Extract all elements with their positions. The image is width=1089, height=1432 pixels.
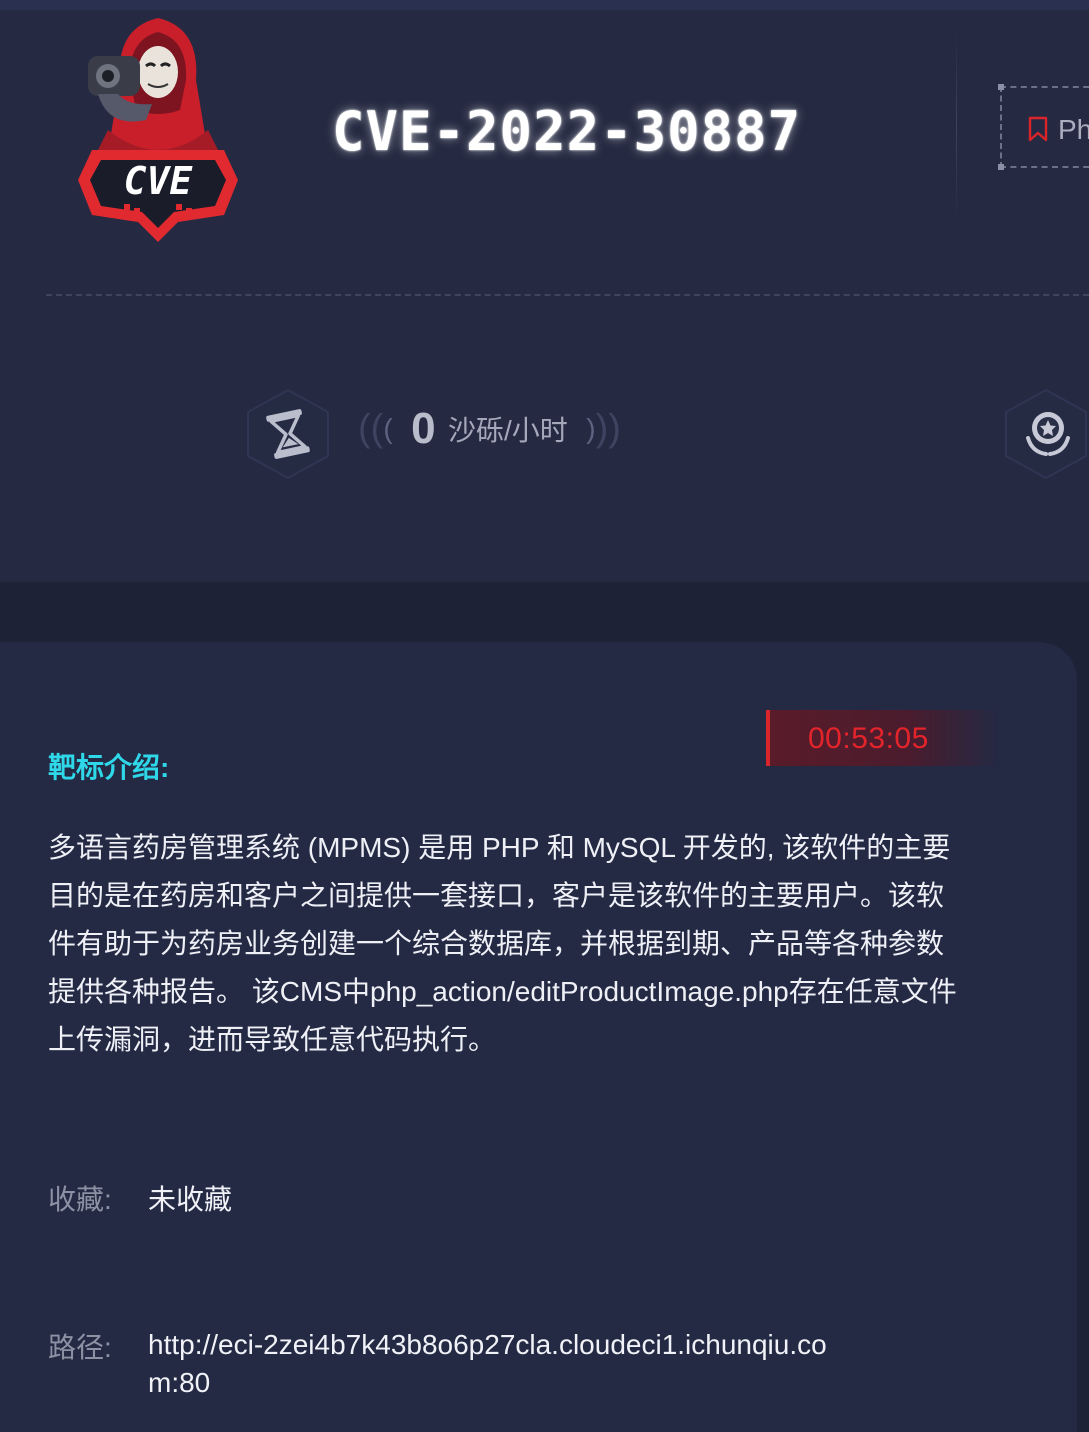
reward-rate-value: 0 <box>411 404 436 453</box>
bookmark-icon <box>1028 116 1048 142</box>
countdown-timer: 00:53:05 <box>766 710 1000 766</box>
bracket-right-inner-icon: ) <box>586 413 596 444</box>
bracket-left-outer-icon: (( <box>358 407 384 450</box>
bracket-left-inner-icon: ( <box>383 413 393 444</box>
category-tag-button[interactable]: Ph <box>998 84 1089 170</box>
medal-icon <box>998 386 1089 482</box>
favorite-status[interactable]: 未收藏 <box>148 1178 232 1218</box>
header-divider <box>956 30 957 222</box>
category-tag-label: Ph <box>1058 114 1089 145</box>
favorite-label: 收藏: <box>48 1184 112 1215</box>
header-dashed-divider <box>46 294 1089 296</box>
target-url-link[interactable]: http://eci-2zei4b7k43b8o6p27cla.cloudeci… <box>148 1326 848 1402</box>
page-title: CVE-2022-30887 <box>332 100 802 163</box>
reward-rate: ((( 0 沙砾/小时 ))) <box>358 404 621 460</box>
countdown-timer-value: 00:53:05 <box>808 722 929 755</box>
intro-description: 多语言药房管理系统 (MPMS) 是用 PHP 和 MySQL 开发的, 该软件… <box>48 832 957 1055</box>
path-label: 路径: <box>48 1332 112 1363</box>
bracket-right-outer-icon: )) <box>595 407 621 450</box>
hourglass-icon <box>240 386 336 482</box>
reward-rate-unit: 沙砾/小时 <box>448 415 568 446</box>
challenge-page: CVE CVE-2022-30887 Ph (((0 沙砾/小时))) 00… <box>0 0 1089 1432</box>
challenge-header: CVE CVE-2022-30887 Ph (((0 沙砾/小时))) <box>0 0 1089 582</box>
intro-heading: 靶标介绍: <box>48 752 170 783</box>
header-top-strip <box>0 0 1089 10</box>
cve-logo-icon: CVE <box>68 10 248 250</box>
svg-text:CVE: CVE <box>124 159 194 203</box>
